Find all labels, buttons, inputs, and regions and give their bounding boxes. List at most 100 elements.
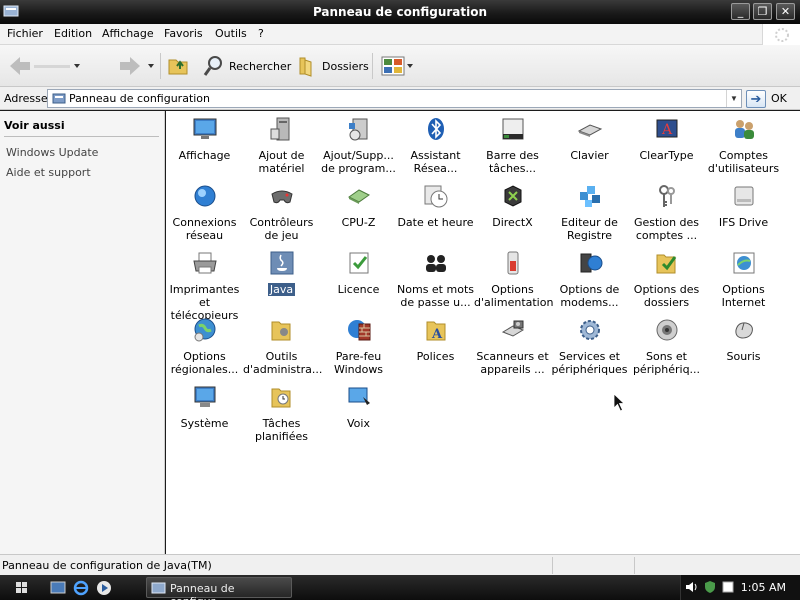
item-pare-feu[interactable]: Pare-feu Windows: [320, 316, 397, 376]
keys-icon: [658, 185, 675, 207]
forward-button[interactable]: [118, 45, 156, 87]
views-button[interactable]: [380, 45, 414, 87]
folders-label: Dossiers: [322, 59, 369, 73]
item-options-alimentation[interactable]: Options d'alimentation: [474, 249, 553, 309]
folders-icon: [299, 57, 312, 77]
item-polices[interactable]: A Polices: [397, 316, 474, 363]
search-button[interactable]: Rechercher: [203, 45, 291, 87]
item-options-modems[interactable]: Options de modems...: [551, 249, 628, 309]
volume-icon[interactable]: [685, 580, 699, 594]
minimize-button[interactable]: _: [731, 3, 750, 20]
menu-affichage[interactable]: Affichage: [102, 27, 154, 40]
item-assistant-reseau[interactable]: Assistant Résea...: [397, 115, 474, 175]
item-services-peripheriques[interactable]: Services et périphériques: [551, 316, 628, 376]
item-label: Services et périphériques: [551, 350, 628, 376]
status-text: Panneau de configuration de Java(TM): [2, 559, 212, 572]
taskbar-button-control-panel[interactable]: Panneau de configur...: [146, 577, 292, 600]
item-label: Assistant Résea...: [410, 149, 461, 175]
item-barre-des-taches[interactable]: Barre des tâches...: [474, 115, 551, 175]
item-directx[interactable]: DirectX: [474, 182, 551, 229]
user-accounts-icon: [734, 120, 754, 139]
back-button[interactable]: [8, 45, 82, 87]
item-label: Clavier: [570, 149, 609, 162]
item-cleartype[interactable]: A ClearType: [628, 115, 705, 162]
printer-icon: [192, 252, 217, 274]
chevron-down-icon[interactable]: [142, 61, 156, 71]
go-button[interactable]: ➔ OK: [746, 89, 798, 108]
item-label: Options régionales...: [170, 350, 239, 376]
network-tray-icon[interactable]: [721, 580, 735, 594]
menu-bar: Fichier Edition Affichage Favoris Outils…: [0, 24, 800, 45]
item-sons-peripheriques[interactable]: Sons et périphériq...: [628, 316, 705, 376]
item-gestion-des-comptes[interactable]: Gestion des comptes ...: [628, 182, 705, 242]
window-title: Panneau de configuration: [312, 5, 488, 19]
security-shield-icon[interactable]: [703, 580, 717, 594]
clock-icon: [424, 185, 447, 208]
item-options-des-dossiers[interactable]: Options des dossiers: [628, 249, 705, 309]
folders-button[interactable]: Dossiers: [296, 45, 369, 87]
svg-text:A: A: [430, 327, 442, 342]
search-icon: [203, 56, 222, 76]
help-support-link[interactable]: Aide et support: [6, 166, 91, 179]
menu-edition[interactable]: Edition: [54, 27, 92, 40]
item-options-internet[interactable]: Options Internet: [705, 249, 782, 309]
item-options-regionales[interactable]: Options régionales...: [166, 316, 243, 376]
menu-fichier[interactable]: Fichier: [7, 27, 43, 40]
start-button[interactable]: [6, 579, 36, 596]
item-ifs-drive[interactable]: IFS Drive: [705, 182, 782, 229]
item-affichage[interactable]: Affichage: [166, 115, 243, 162]
item-scanneurs[interactable]: Scanneurs et appareils ...: [474, 316, 551, 376]
windows-update-link[interactable]: Windows Update: [6, 146, 98, 159]
back-arrow-icon: [10, 57, 30, 75]
search-label: Rechercher: [229, 59, 292, 73]
item-licence[interactable]: Licence: [320, 249, 397, 296]
cpu-icon: [347, 189, 370, 204]
menu-help[interactable]: ?: [258, 27, 264, 40]
address-input[interactable]: Panneau de configuration ▼: [47, 89, 742, 108]
firewall-icon: [347, 320, 370, 341]
chevron-down-icon[interactable]: [406, 61, 414, 71]
mouse-cursor-icon: [613, 393, 626, 412]
item-cpu-z[interactable]: CPU-Z: [320, 182, 397, 229]
item-controleurs-de-jeu[interactable]: Contrôleurs de jeu: [243, 182, 320, 242]
item-imprimantes[interactable]: Imprimantes et télécopieurs: [166, 249, 243, 322]
folder-options-icon: [656, 254, 676, 274]
media-player-icon[interactable]: [95, 579, 113, 597]
item-outils-administration[interactable]: Outils d'administra...: [243, 316, 322, 376]
chevron-down-icon[interactable]: [72, 61, 82, 71]
close-button[interactable]: ✕: [776, 3, 795, 20]
internet-explorer-icon[interactable]: [72, 579, 90, 597]
item-voix[interactable]: Voix: [320, 383, 397, 430]
item-label: Date et heure: [397, 216, 474, 229]
address-value: Panneau de configuration: [69, 92, 211, 105]
item-label: IFS Drive: [718, 216, 769, 229]
item-clavier[interactable]: Clavier: [551, 115, 628, 162]
address-dropdown-button[interactable]: ▼: [726, 90, 741, 107]
up-folder-button[interactable]: [166, 45, 190, 87]
keyboard-icon: [577, 124, 602, 137]
bluetooth-icon: [427, 118, 444, 140]
item-label: Barre des tâches...: [486, 149, 539, 175]
item-label: Pare-feu Windows: [333, 350, 384, 376]
item-noms-et-mots-de-passe[interactable]: Noms et mots de passe u...: [397, 249, 474, 309]
show-desktop-icon[interactable]: [49, 579, 67, 597]
menu-outils[interactable]: Outils: [215, 27, 247, 40]
item-date-et-heure[interactable]: Date et heure: [397, 182, 474, 229]
menu-favoris[interactable]: Favoris: [164, 27, 203, 40]
item-ajout-materiel[interactable]: Ajout de matériel: [243, 115, 320, 175]
maximize-button[interactable]: ❐: [753, 3, 772, 20]
item-label: Ajout de matériel: [258, 149, 305, 175]
item-label: Editeur de Registre: [561, 216, 618, 242]
item-taches-planifiees[interactable]: Tâches planifiées: [243, 383, 320, 443]
item-connexions-reseau[interactable]: Connexions réseau: [166, 182, 243, 242]
item-systeme[interactable]: Système: [166, 383, 243, 430]
see-also-title: Voir aussi: [4, 119, 65, 132]
display-icon: [193, 118, 216, 139]
item-souris[interactable]: Souris: [705, 316, 782, 363]
item-editeur-de-registre[interactable]: Editeur de Registre: [551, 182, 628, 242]
item-java[interactable]: Java: [243, 249, 320, 296]
item-comptes-utilisateurs[interactable]: Comptes d'utilisateurs: [705, 115, 782, 175]
item-ajout-supp-programmes[interactable]: Ajout/Supp... de program...: [320, 115, 397, 175]
modem-icon: [580, 253, 602, 273]
services-icon: [579, 320, 600, 340]
